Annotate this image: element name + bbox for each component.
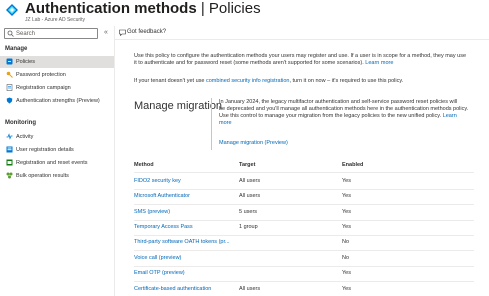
page-title: Authentication methods | Policies — [25, 0, 261, 17]
sidebar-item-activity[interactable]: Activity — [0, 131, 114, 143]
intro-learn-more-link[interactable]: Learn more — [365, 60, 393, 66]
tenant-text: If your tenant doesn't yet use combined … — [134, 78, 404, 84]
user-icon — [6, 146, 13, 153]
table-cell-enabled: No — [342, 239, 350, 245]
sidebar-item-registration-reset-events[interactable]: Registration and reset events — [0, 157, 114, 169]
main-content: Got feedback? Use this policy to configu… — [115, 26, 489, 296]
toolbar-divider — [115, 39, 489, 40]
feedback-icon — [119, 29, 126, 36]
row-divider — [134, 281, 474, 282]
sidebar-item-authentication-strengths[interactable]: Authentication strengths (Preview) — [0, 95, 114, 107]
migration-text: In January 2024, the legacy multifactor … — [219, 99, 469, 126]
sidebar-item-label: Activity — [16, 134, 34, 140]
sidebar-item-label: Password protection — [16, 72, 66, 78]
row-divider — [134, 266, 474, 267]
sidebar-item-password-protection[interactable]: Password protection — [0, 69, 114, 81]
table-cell-target: 5 users — [239, 209, 258, 215]
events-icon — [6, 159, 13, 166]
activity-icon — [6, 133, 13, 140]
column-header-method: Method — [134, 162, 154, 168]
campaign-icon — [6, 84, 13, 91]
combined-registration-link[interactable]: combined security info registration — [206, 78, 289, 84]
sidebar-item-label: Policies — [16, 59, 35, 65]
table-cell-enabled: Yes — [342, 224, 351, 230]
table-cell-enabled: No — [342, 255, 350, 261]
collapse-sidebar-button[interactable]: « — [104, 29, 108, 37]
row-divider — [134, 220, 474, 221]
section-title-monitoring: Monitoring — [5, 120, 36, 126]
sidebar-item-user-registration-details[interactable]: User registration details — [0, 144, 114, 156]
command-bar: Got feedback? — [115, 26, 489, 39]
row-divider — [134, 189, 474, 190]
page-subtitle: JZ Lab - Azure AD Security — [25, 17, 86, 23]
column-header-target: Target — [239, 162, 256, 168]
method-link-microsoft-authenticator[interactable]: Microsoft Authenticator — [134, 193, 190, 200]
policy-icon — [6, 58, 13, 65]
search-placeholder: Search — [16, 31, 36, 37]
manage-migration-heading: Manage migration — [134, 100, 223, 112]
table-cell-target: All users — [239, 193, 261, 199]
method-link-sms[interactable]: SMS (preview) — [134, 209, 170, 216]
method-link-oath-tokens[interactable]: Third-party software OATH tokens (pr... — [134, 239, 230, 246]
method-link-email-otp[interactable]: Email OTP (preview) — [134, 270, 185, 277]
section-title-manage: Manage — [5, 46, 28, 52]
table-cell-enabled: Yes — [342, 270, 351, 276]
migration-divider — [211, 98, 212, 150]
method-link-temporary-access-pass[interactable]: Temporary Access Pass — [134, 224, 193, 231]
feedback-button[interactable]: Got feedback? — [127, 28, 166, 36]
manage-migration-link[interactable]: Manage migration (Preview) — [219, 140, 288, 147]
sidebar-item-label: User registration details — [16, 147, 74, 153]
table-cell-target: All users — [239, 286, 261, 292]
table-cell-enabled: Yes — [342, 286, 351, 292]
shield-icon — [6, 97, 13, 104]
method-link-voice-call[interactable]: Voice call (preview) — [134, 255, 181, 262]
intro-text: Use this policy to configure the authent… — [134, 53, 467, 66]
header-divider — [134, 172, 474, 173]
bulk-icon — [6, 172, 13, 179]
sidebar-item-label: Registration campaign — [16, 85, 71, 91]
search-input[interactable]: Search — [4, 28, 98, 39]
method-link-fido2[interactable]: FIDO2 security key — [134, 178, 181, 185]
row-divider — [134, 235, 474, 236]
sidebar-item-registration-campaign[interactable]: Registration campaign — [0, 82, 114, 94]
search-icon — [7, 30, 14, 37]
page-header: Authentication methods | Policies JZ Lab… — [0, 0, 489, 26]
sidebar-item-label: Bulk operation results — [16, 173, 69, 179]
row-divider — [134, 204, 474, 205]
table-cell-target: All users — [239, 178, 261, 184]
row-divider — [134, 250, 474, 251]
key-icon — [6, 71, 13, 78]
method-link-certificate-based[interactable]: Certificate-based authentication — [134, 286, 211, 293]
table-cell-target: 1 group — [239, 224, 258, 230]
table-cell-enabled: Yes — [342, 209, 351, 215]
sidebar-item-policies[interactable]: Policies — [0, 56, 114, 68]
sidebar: Search « Manage Policies Password protec… — [0, 26, 114, 296]
column-header-enabled: Enabled — [342, 162, 364, 168]
sidebar-item-label: Authentication strengths (Preview) — [16, 98, 100, 104]
table-cell-enabled: Yes — [342, 193, 351, 199]
azure-ad-icon — [6, 4, 18, 16]
sidebar-item-label: Registration and reset events — [16, 160, 88, 166]
table-cell-enabled: Yes — [342, 178, 351, 184]
sidebar-item-bulk-operation-results[interactable]: Bulk operation results — [0, 170, 114, 182]
